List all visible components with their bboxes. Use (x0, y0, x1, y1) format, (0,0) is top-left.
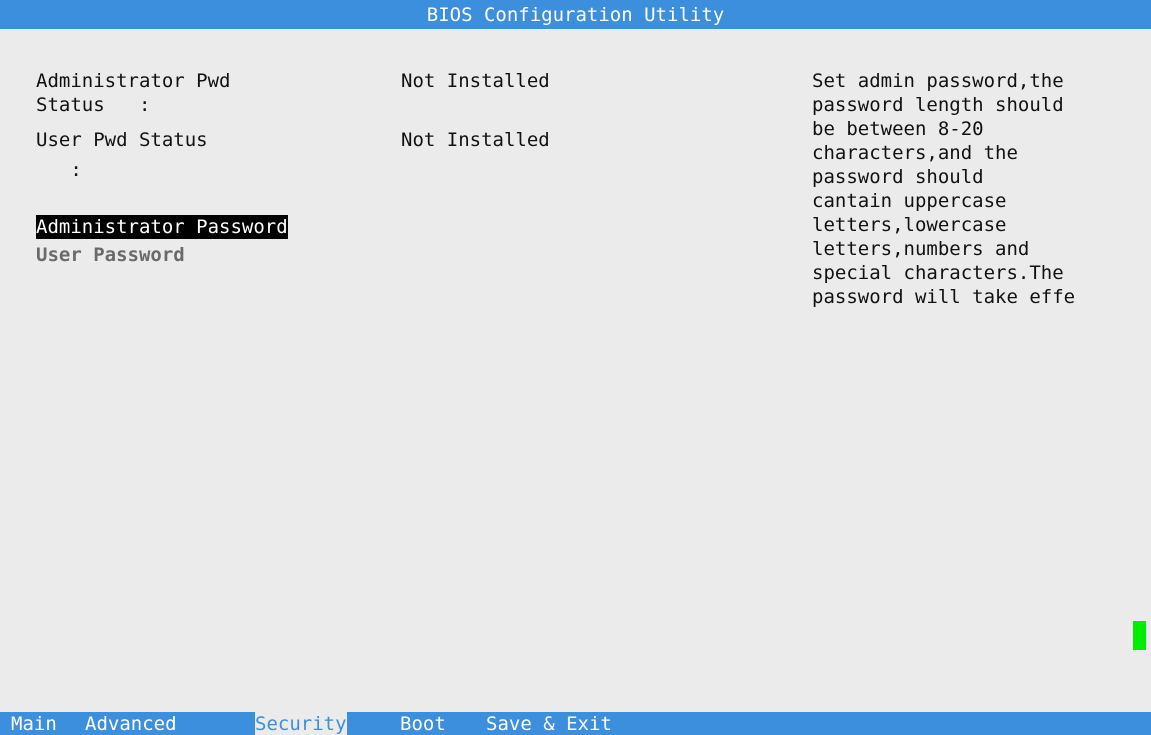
settings-panel: Administrator Pwd Status : Not Installed… (0, 29, 1151, 712)
tab-boot[interactable]: Boot (400, 712, 446, 735)
menu-item-administrator-password[interactable]: Administrator Password (36, 215, 288, 239)
bottom-nav-bar: Main Advanced Security Boot Save & Exit (0, 712, 1151, 735)
admin-pwd-status-label-line1: Administrator Pwd (36, 70, 231, 92)
help-line: password will take effe (812, 286, 1076, 308)
help-line: letters,numbers and (812, 238, 1030, 260)
window-title: BIOS Configuration Utility (0, 0, 1151, 29)
user-pwd-status-label-line1: User Pwd Status (36, 129, 208, 151)
user-pwd-status-label-line2: : (36, 159, 82, 181)
tab-security[interactable]: Security (255, 712, 347, 735)
help-line: Set admin password,the (812, 70, 1064, 92)
help-line: cantain uppercase (812, 190, 1007, 212)
help-line: letters,lowercase (812, 214, 1007, 236)
help-line: password length should (812, 94, 1064, 116)
tab-main[interactable]: Main (11, 712, 57, 735)
help-line: special characters.The (812, 262, 1064, 284)
user-pwd-status-value: Not Installed (401, 129, 550, 151)
help-text-panel: Set admin password,the password length s… (812, 69, 1148, 309)
admin-pwd-status-value: Not Installed (401, 70, 550, 92)
text-cursor-icon (1133, 621, 1146, 650)
admin-pwd-status-label-line2: Status : (36, 94, 151, 116)
help-line: password should (812, 166, 984, 188)
help-line: characters,and the (812, 142, 1018, 164)
tab-advanced[interactable]: Advanced (85, 712, 177, 735)
menu-item-user-password[interactable]: User Password (36, 243, 185, 267)
tab-save-exit[interactable]: Save & Exit (486, 712, 612, 735)
help-line: be between 8-20 (812, 118, 984, 140)
